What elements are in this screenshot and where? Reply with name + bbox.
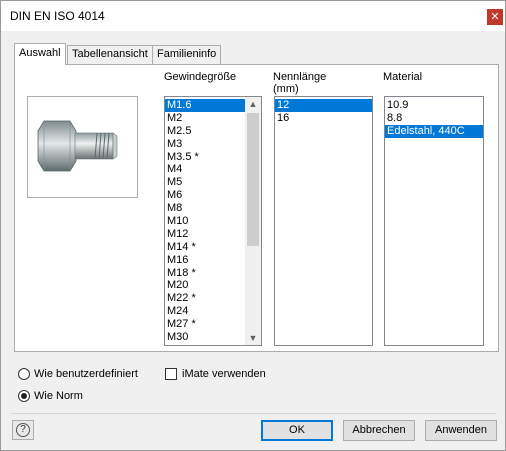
- list-item[interactable]: M6: [165, 189, 245, 202]
- list-item[interactable]: M3.5 *: [165, 151, 245, 164]
- list-item[interactable]: M2.5: [165, 125, 245, 138]
- list-item[interactable]: 16: [275, 112, 372, 125]
- help-button[interactable]: ?: [12, 420, 34, 440]
- tab-auswahl-label: Auswahl: [19, 47, 61, 59]
- imate-label: iMate verwenden: [182, 368, 266, 380]
- radio-wie-benutzerdefiniert[interactable]: [18, 368, 30, 380]
- list-item[interactable]: M3: [165, 138, 245, 151]
- wie-norm-label: Wie Norm: [34, 390, 83, 402]
- apply-button[interactable]: Anwenden: [425, 420, 497, 441]
- tab-familieninfo-label: Familieninfo: [157, 48, 217, 60]
- separator: [11, 413, 496, 414]
- tab-panel-auswahl: Gewindegröße Nennlänge (mm) Material M1.…: [14, 64, 499, 352]
- gewinde-listbox[interactable]: M1.6 M2 M2.5 M3 M3.5 * M4 M5 M6 M8 M10 M12 M14 * M16…: [164, 96, 262, 346]
- list-item[interactable]: 10.9: [385, 99, 483, 112]
- title-bar: DIN EN ISO 4014 ✕: [1, 1, 505, 31]
- dialog-window: DIN EN ISO 4014 ✕ Auswahl Tabellenansich…: [0, 0, 506, 451]
- imate-checkbox[interactable]: [165, 368, 177, 380]
- gewinde-scrollbar[interactable]: ▲ ▼: [245, 97, 261, 345]
- bolt-preview-image: [37, 120, 118, 172]
- list-item[interactable]: 8.8: [385, 112, 483, 125]
- list-item[interactable]: Edelstahl, 440C: [385, 124, 483, 138]
- tab-tabellenansicht[interactable]: Tabellenansicht: [67, 45, 153, 64]
- radio-wie-norm[interactable]: [18, 390, 30, 402]
- tab-familieninfo[interactable]: Familieninfo: [152, 45, 222, 64]
- close-icon[interactable]: ✕: [487, 9, 503, 25]
- list-item[interactable]: M24: [165, 305, 245, 318]
- list-item[interactable]: M14 *: [165, 241, 245, 254]
- material-listbox[interactable]: 10.9 8.8 Edelstahl, 440C: [384, 96, 484, 346]
- list-item[interactable]: M8: [165, 202, 245, 215]
- list-item[interactable]: M4: [165, 163, 245, 176]
- cancel-button[interactable]: Abbrechen: [343, 420, 415, 441]
- list-item[interactable]: M30: [165, 331, 245, 344]
- radio-selected-dot: [21, 393, 27, 399]
- list-item[interactable]: M22 *: [165, 292, 245, 305]
- nennlaenge-label: Nennlänge (mm): [273, 71, 327, 95]
- scroll-thumb[interactable]: [247, 113, 259, 246]
- list-item[interactable]: M16: [165, 254, 245, 267]
- wie-benutzerdefiniert-label: Wie benutzerdefiniert: [34, 368, 138, 380]
- scroll-down-icon[interactable]: ▼: [245, 331, 261, 345]
- window-title: DIN EN ISO 4014: [10, 9, 105, 23]
- list-item[interactable]: 12: [275, 99, 372, 112]
- list-item[interactable]: M5: [165, 176, 245, 189]
- material-label: Material: [383, 71, 423, 83]
- scroll-up-icon[interactable]: ▲: [245, 97, 261, 111]
- ok-button[interactable]: OK: [261, 420, 333, 441]
- tab-tabellenansicht-label: Tabellenansicht: [72, 48, 148, 60]
- list-item[interactable]: M10: [165, 215, 245, 228]
- list-item[interactable]: M27 *: [165, 318, 245, 331]
- gewinde-label: Gewindegröße: [164, 71, 237, 83]
- list-item[interactable]: M20: [165, 279, 245, 292]
- list-item[interactable]: M1.6: [165, 99, 245, 112]
- question-circle-icon: ?: [16, 423, 30, 437]
- list-item[interactable]: M12: [165, 228, 245, 241]
- list-item[interactable]: M18 *: [165, 267, 245, 280]
- nennlaenge-listbox[interactable]: 12 16: [274, 96, 373, 346]
- list-item[interactable]: M2: [165, 112, 245, 125]
- part-preview: [27, 96, 138, 198]
- tab-auswahl[interactable]: Auswahl: [14, 43, 66, 65]
